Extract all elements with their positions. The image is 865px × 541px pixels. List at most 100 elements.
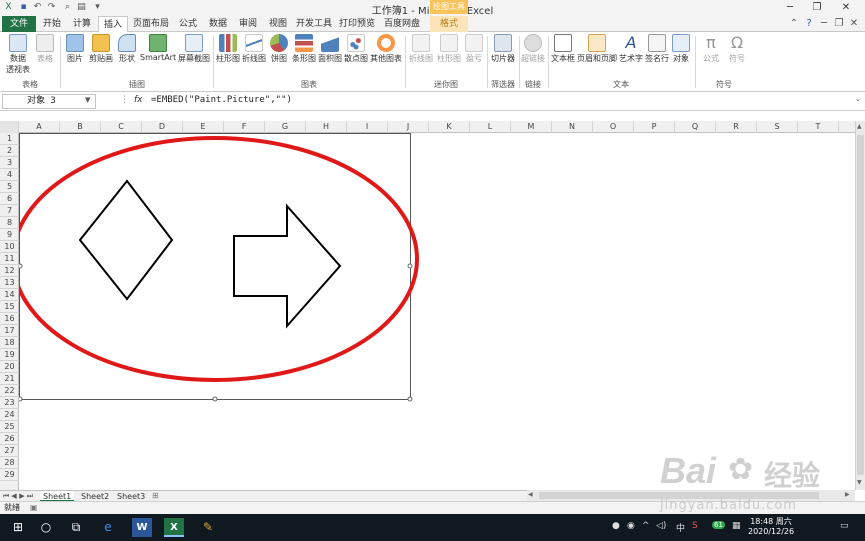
keyboard-tray-icon[interactable]: ▦: [732, 521, 741, 531]
paint-app-icon[interactable]: ✎: [198, 518, 218, 537]
column-header[interactable]: M: [511, 121, 552, 133]
tab-formulas[interactable]: 公式: [174, 16, 202, 32]
slicer-button[interactable]: 切片器: [490, 34, 516, 78]
table-button[interactable]: 表格: [34, 34, 56, 78]
row-header[interactable]: 29: [0, 469, 19, 481]
network-tray-icon[interactable]: ◉: [627, 521, 635, 531]
column-header[interactable]: C: [101, 121, 142, 133]
row-header[interactable]: 15: [0, 301, 19, 313]
doc-minimize-icon[interactable]: ─: [818, 18, 830, 30]
pie-chart-button[interactable]: 饼图: [268, 34, 290, 78]
column-header[interactable]: T: [798, 121, 839, 133]
tray-expand-icon[interactable]: ^: [642, 521, 650, 531]
embedded-paint-object[interactable]: [19, 133, 855, 490]
vertical-scroll-thumb[interactable]: [857, 135, 864, 475]
scatter-chart-button[interactable]: 散点图: [344, 34, 368, 78]
tab-data[interactable]: 数据: [204, 16, 232, 32]
row-header[interactable]: 11: [0, 253, 19, 265]
task-view-icon[interactable]: ⧉: [66, 518, 86, 537]
smartart-button[interactable]: SmartArt: [140, 34, 176, 78]
column-chart-button[interactable]: 柱形图: [216, 34, 240, 78]
column-header[interactable]: A: [19, 121, 60, 133]
row-header[interactable]: 13: [0, 277, 19, 289]
column-header[interactable]: J: [388, 121, 429, 133]
object-button[interactable]: 对象: [671, 34, 691, 78]
tab-print-preview[interactable]: 打印预览: [336, 16, 378, 32]
column-header[interactable]: E: [183, 121, 224, 133]
close-button[interactable]: ✕: [838, 1, 854, 15]
row-header[interactable]: 21: [0, 373, 19, 385]
line-chart-button[interactable]: 折线图: [242, 34, 266, 78]
row-header[interactable]: 2: [0, 145, 19, 157]
row-header[interactable]: 12: [0, 265, 19, 277]
row-header[interactable]: 26: [0, 433, 19, 445]
edge-browser-icon[interactable]: e: [98, 518, 118, 537]
expand-formula-bar-icon[interactable]: ⌄: [855, 95, 861, 103]
help-icon[interactable]: ?: [803, 18, 815, 30]
equation-button[interactable]: π 公式: [700, 34, 722, 78]
column-header[interactable]: O: [593, 121, 634, 133]
row-header[interactable]: 25: [0, 421, 19, 433]
row-header[interactable]: 14: [0, 289, 19, 301]
column-header[interactable]: H: [306, 121, 347, 133]
shapes-button[interactable]: 形状: [116, 34, 138, 78]
signature-line-button[interactable]: 签名行: [645, 34, 669, 78]
row-header[interactable]: 8: [0, 217, 19, 229]
row-header[interactable]: 7: [0, 205, 19, 217]
column-header[interactable]: F: [224, 121, 265, 133]
tab-calc[interactable]: 计算: [68, 16, 96, 32]
bar-chart-button[interactable]: 条形图: [292, 34, 316, 78]
hyperlink-button[interactable]: 超链接: [521, 34, 545, 78]
row-header[interactable]: 5: [0, 181, 19, 193]
sogou-tray-label[interactable]: S: [692, 521, 698, 531]
column-header[interactable]: Q: [675, 121, 716, 133]
text-box-button[interactable]: 文本框: [551, 34, 575, 78]
row-header[interactable]: 9: [0, 229, 19, 241]
tab-home[interactable]: 开始: [38, 16, 66, 32]
column-header[interactable]: K: [429, 121, 470, 133]
select-all-corner[interactable]: [0, 121, 19, 133]
scroll-left-icon[interactable]: ◀: [528, 491, 533, 498]
column-header[interactable]: G: [265, 121, 306, 133]
doc-restore-icon[interactable]: ❐: [833, 18, 845, 30]
row-header[interactable]: 10: [0, 241, 19, 253]
row-header[interactable]: 28: [0, 457, 19, 469]
symbol-button[interactable]: Ω 符号: [726, 34, 748, 78]
tab-page-layout[interactable]: 页面布局: [130, 16, 172, 32]
pivot-table-button[interactable]: 数据 透视表: [4, 34, 32, 78]
name-box-dropdown-icon[interactable]: ▼: [85, 96, 90, 104]
row-header[interactable]: 4: [0, 169, 19, 181]
column-header[interactable]: S: [757, 121, 798, 133]
scroll-down-icon[interactable]: ▼: [857, 479, 862, 486]
system-clock[interactable]: 18:48 周六 2020/12/26: [748, 517, 794, 537]
horizontal-scroll-thumb[interactable]: [539, 492, 819, 499]
wechat-tray-icon[interactable]: ●: [612, 521, 620, 531]
row-header[interactable]: 3: [0, 157, 19, 169]
name-box[interactable]: 对象 3: [2, 94, 96, 109]
clip-art-button[interactable]: 剪贴画: [88, 34, 114, 78]
tab-developer[interactable]: 开发工具: [294, 16, 334, 32]
security-badge[interactable]: 61: [712, 521, 725, 529]
ribbon-collapse-icon[interactable]: ⌃: [788, 18, 800, 30]
sparkline-column-button[interactable]: 柱形图: [436, 34, 462, 78]
vertical-scrollbar[interactable]: ▲ ▼: [855, 121, 865, 490]
tab-insert[interactable]: 插入: [98, 16, 128, 33]
ime-tray-label[interactable]: 中: [676, 521, 685, 534]
scroll-right-icon[interactable]: ▶: [845, 491, 850, 498]
horizontal-scrollbar[interactable]: ◀ ▶: [527, 490, 855, 501]
sparkline-line-button[interactable]: 折线图: [408, 34, 434, 78]
notification-center-icon[interactable]: ▭: [840, 521, 849, 531]
column-header[interactable]: P: [634, 121, 675, 133]
column-header[interactable]: B: [60, 121, 101, 133]
excel-app-taskbar-icon[interactable]: X: [164, 518, 184, 537]
header-footer-button[interactable]: 页眉和页脚: [577, 34, 617, 78]
column-header[interactable]: R: [716, 121, 757, 133]
row-header[interactable]: 23: [0, 397, 19, 409]
wordart-button[interactable]: A 艺术字: [619, 34, 643, 78]
restore-button[interactable]: ❐: [809, 1, 825, 15]
tab-review[interactable]: 审阅: [234, 16, 262, 32]
row-header[interactable]: 24: [0, 409, 19, 421]
column-header[interactable]: I: [347, 121, 388, 133]
screenshot-button[interactable]: 屏幕截图: [178, 34, 210, 78]
scroll-up-icon[interactable]: ▲: [857, 123, 862, 130]
